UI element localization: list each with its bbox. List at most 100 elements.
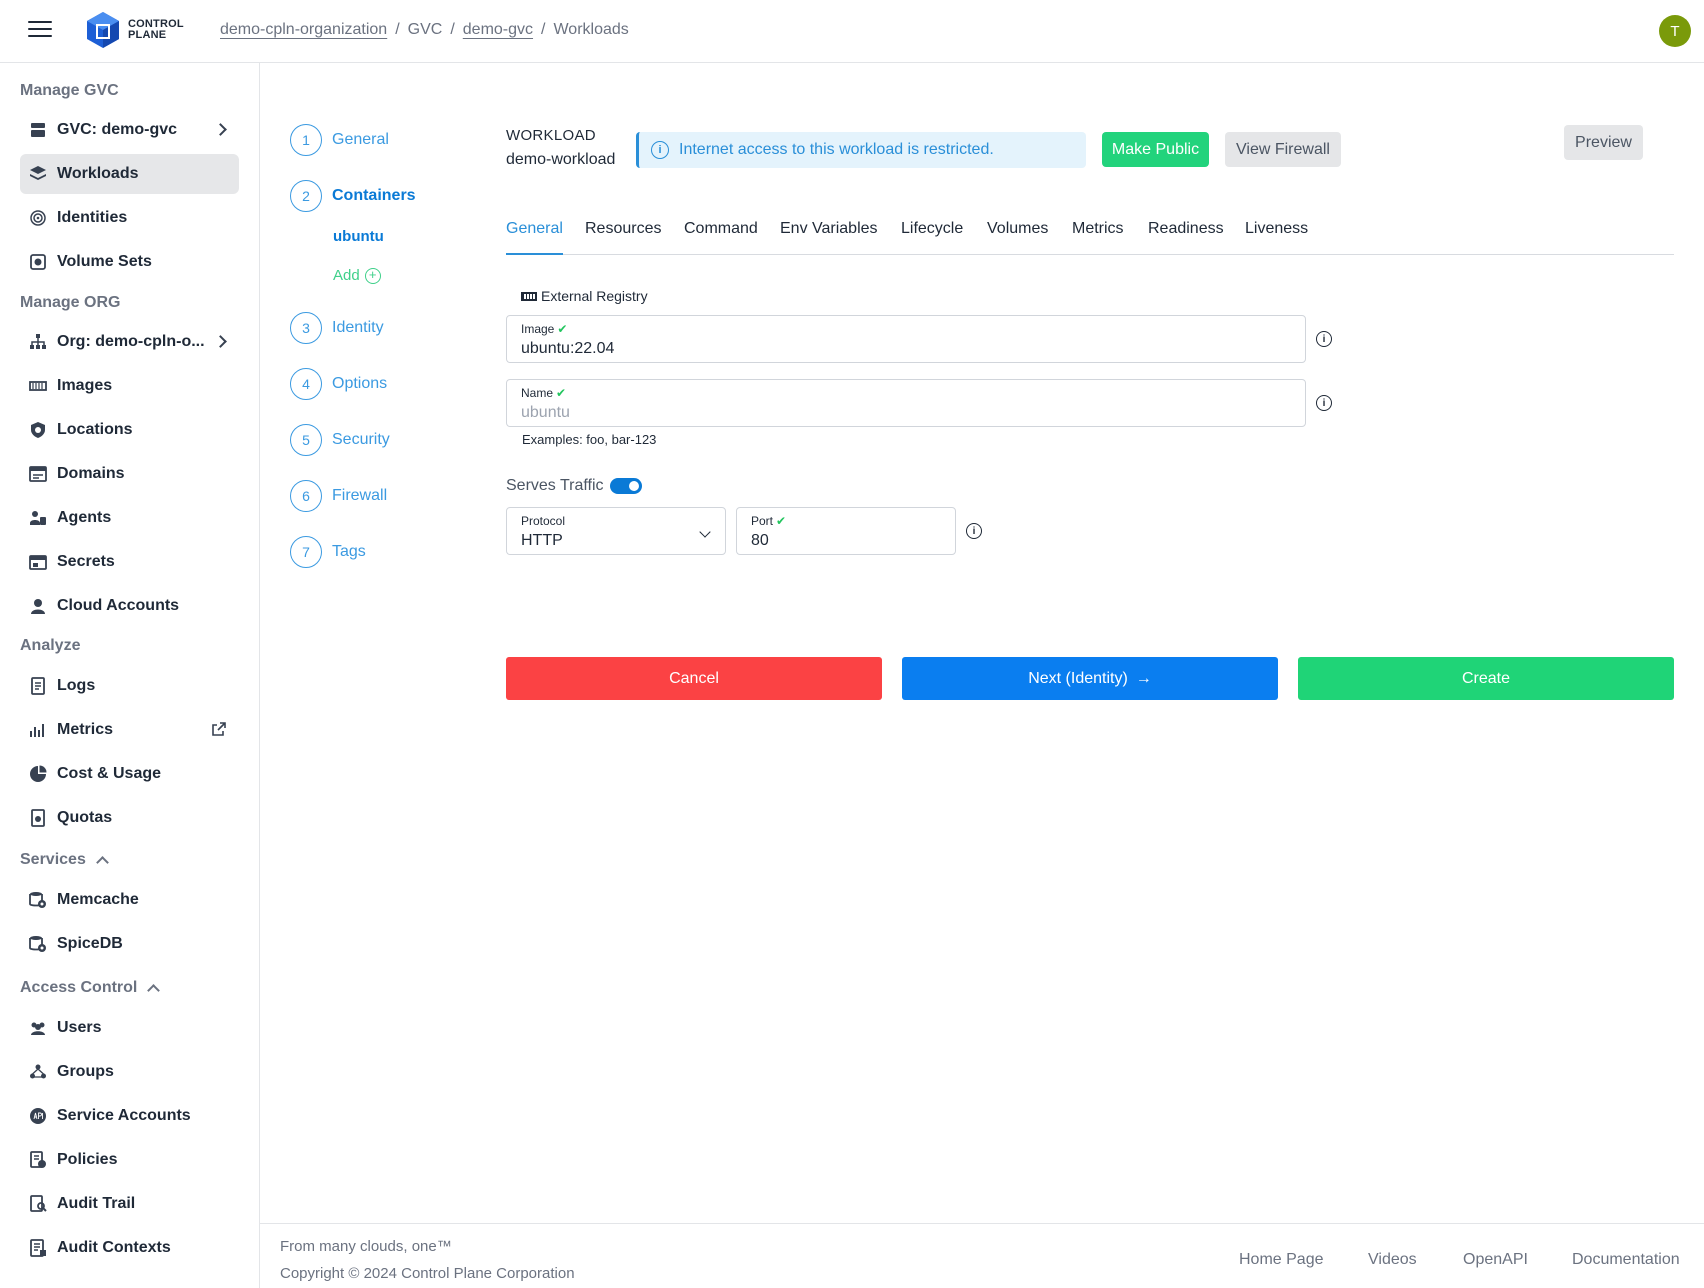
layers-icon <box>28 164 48 184</box>
port-input[interactable]: 80 <box>751 532 769 550</box>
sidebar-item-cost-usage[interactable]: Cost & Usage <box>20 754 239 794</box>
sidebar-item-label: Policies <box>57 1151 118 1168</box>
step-options[interactable]: 4 Options <box>290 368 387 400</box>
arrow-right-icon: → <box>1135 669 1152 687</box>
tab-readiness[interactable]: Readiness <box>1148 220 1224 255</box>
sidebar-item-volume-sets[interactable]: Volume Sets <box>20 242 239 282</box>
domains-icon <box>28 464 48 484</box>
image-input[interactable]: ubuntu:22.04 <box>521 340 614 358</box>
step-identity[interactable]: 3 Identity <box>290 312 384 344</box>
breadcrumb-org[interactable]: demo-cpln-organization <box>220 21 387 39</box>
footer-link-documentation[interactable]: Documentation <box>1572 1251 1680 1269</box>
tab-metrics[interactable]: Metrics <box>1072 220 1124 255</box>
sidebar-item-label: Org: demo-cpln-o... <box>57 333 205 350</box>
external-link-icon[interactable] <box>211 721 227 742</box>
section-manage-gvc: Manage GVC <box>20 82 119 99</box>
tab-command[interactable]: Command <box>684 220 758 255</box>
footer-link-videos[interactable]: Videos <box>1368 1251 1417 1269</box>
sidebar-item-cloud-accounts[interactable]: Cloud Accounts <box>20 586 239 626</box>
step-label: Security <box>332 431 390 448</box>
step-number: 5 <box>290 424 322 456</box>
footer-link-home[interactable]: Home Page <box>1239 1251 1324 1269</box>
sidebar-item-service-accounts[interactable]: Service Accounts <box>20 1096 239 1136</box>
tab-lifecycle[interactable]: Lifecycle <box>901 220 963 255</box>
sidebar-item-users[interactable]: Users <box>20 1008 239 1048</box>
tab-volumes[interactable]: Volumes <box>987 220 1048 255</box>
images-icon <box>28 376 48 396</box>
cancel-button[interactable]: Cancel <box>506 657 882 700</box>
add-container-button[interactable]: Add + <box>333 267 381 284</box>
sidebar-item-audit-trail[interactable]: Audit Trail <box>20 1184 239 1224</box>
name-input[interactable]: ubuntu <box>521 404 570 422</box>
check-icon: ✔ <box>557 322 568 336</box>
sidebar-item-org[interactable]: Org: demo-cpln-o... <box>20 322 239 362</box>
chevron-up-icon <box>147 984 161 997</box>
check-icon: ✔ <box>776 514 787 528</box>
protocol-select[interactable]: Protocol HTTP <box>506 507 726 555</box>
section-services[interactable]: Services <box>20 851 109 869</box>
serves-traffic-row: Serves Traffic <box>506 477 642 495</box>
chevron-right-icon <box>214 123 227 136</box>
info-icon[interactable]: i <box>1316 331 1332 347</box>
make-public-button[interactable]: Make Public <box>1102 132 1209 167</box>
next-identity-button[interactable]: Next (Identity) → <box>902 657 1278 700</box>
audit-icon <box>28 1194 48 1214</box>
step-number: 6 <box>290 480 322 512</box>
tab-env-variables[interactable]: Env Variables <box>780 220 878 255</box>
footer-link-openapi[interactable]: OpenAPI <box>1463 1251 1528 1269</box>
step-label: General <box>332 131 389 148</box>
menu-icon[interactable] <box>28 21 52 41</box>
sidebar-item-secrets[interactable]: Secrets <box>20 542 239 582</box>
sidebar-item-gvc[interactable]: GVC: demo-gvc <box>20 110 239 150</box>
name-field[interactable]: Name ✔ ubuntu <box>506 379 1306 427</box>
step-label: Options <box>332 375 388 392</box>
info-icon[interactable]: i <box>966 523 982 539</box>
sidebar-item-spicedb[interactable]: SpiceDB <box>20 924 239 964</box>
step-number: 2 <box>290 180 322 212</box>
avatar[interactable]: T <box>1659 15 1691 47</box>
volume-icon <box>28 252 48 272</box>
sidebar-item-metrics[interactable]: Metrics <box>20 710 239 750</box>
sidebar-item-quotas[interactable]: Quotas <box>20 798 239 838</box>
serves-traffic-toggle[interactable] <box>609 478 642 494</box>
step-label: Containers <box>332 187 416 204</box>
sidebar-item-agents[interactable]: Agents <box>20 498 239 538</box>
step-security[interactable]: 5 Security <box>290 424 390 456</box>
sidebar-item-label: Audit Trail <box>57 1195 136 1212</box>
info-icon[interactable]: i <box>1316 395 1332 411</box>
breadcrumb-gvc-label: GVC <box>407 21 443 38</box>
step-tags[interactable]: 7 Tags <box>290 536 366 568</box>
sidebar-item-locations[interactable]: Locations <box>20 410 239 450</box>
breadcrumb-gvc[interactable]: demo-gvc <box>463 21 533 39</box>
policy-icon <box>28 1150 48 1170</box>
sidebar-item-logs[interactable]: Logs <box>20 666 239 706</box>
sidebar-item-domains[interactable]: Domains <box>20 454 239 494</box>
preview-button[interactable]: Preview <box>1564 125 1643 160</box>
logo[interactable]: CONTROL PLANE <box>86 11 184 49</box>
section-access-control[interactable]: Access Control <box>20 979 161 997</box>
sidebar: Manage GVC GVC: demo-gvc Workloads Ident… <box>0 63 260 1288</box>
sidebar-item-policies[interactable]: Policies <box>20 1140 239 1180</box>
breadcrumb: demo-cpln-organization / GVC / demo-gvc … <box>220 21 629 39</box>
sidebar-item-memcache[interactable]: Memcache <box>20 880 239 920</box>
sidebar-item-groups[interactable]: Groups <box>20 1052 239 1092</box>
step-containers[interactable]: 2 Containers <box>290 180 416 212</box>
view-firewall-button[interactable]: View Firewall <box>1225 132 1341 167</box>
create-button[interactable]: Create <box>1298 657 1674 700</box>
sidebar-item-images[interactable]: Images <box>20 366 239 406</box>
sidebar-item-audit-contexts[interactable]: Audit Contexts <box>20 1228 239 1268</box>
sidebar-item-workloads[interactable]: Workloads <box>20 154 239 194</box>
banner-text: Internet access to this workload is rest… <box>679 141 994 158</box>
tab-general[interactable]: General <box>506 220 563 255</box>
step-label: Firewall <box>332 487 388 504</box>
step-general[interactable]: 1 General <box>290 124 389 156</box>
port-field[interactable]: Port ✔ 80 <box>736 507 956 555</box>
tab-liveness[interactable]: Liveness <box>1245 220 1308 255</box>
chevron-right-icon <box>214 335 227 348</box>
step-firewall[interactable]: 6 Firewall <box>290 480 387 512</box>
tab-resources[interactable]: Resources <box>585 220 661 255</box>
image-field[interactable]: Image ✔ ubuntu:22.04 <box>506 315 1306 363</box>
step-label: Identity <box>332 319 384 336</box>
sidebar-item-identities[interactable]: Identities <box>20 198 239 238</box>
container-ubuntu-link[interactable]: ubuntu <box>333 228 384 245</box>
